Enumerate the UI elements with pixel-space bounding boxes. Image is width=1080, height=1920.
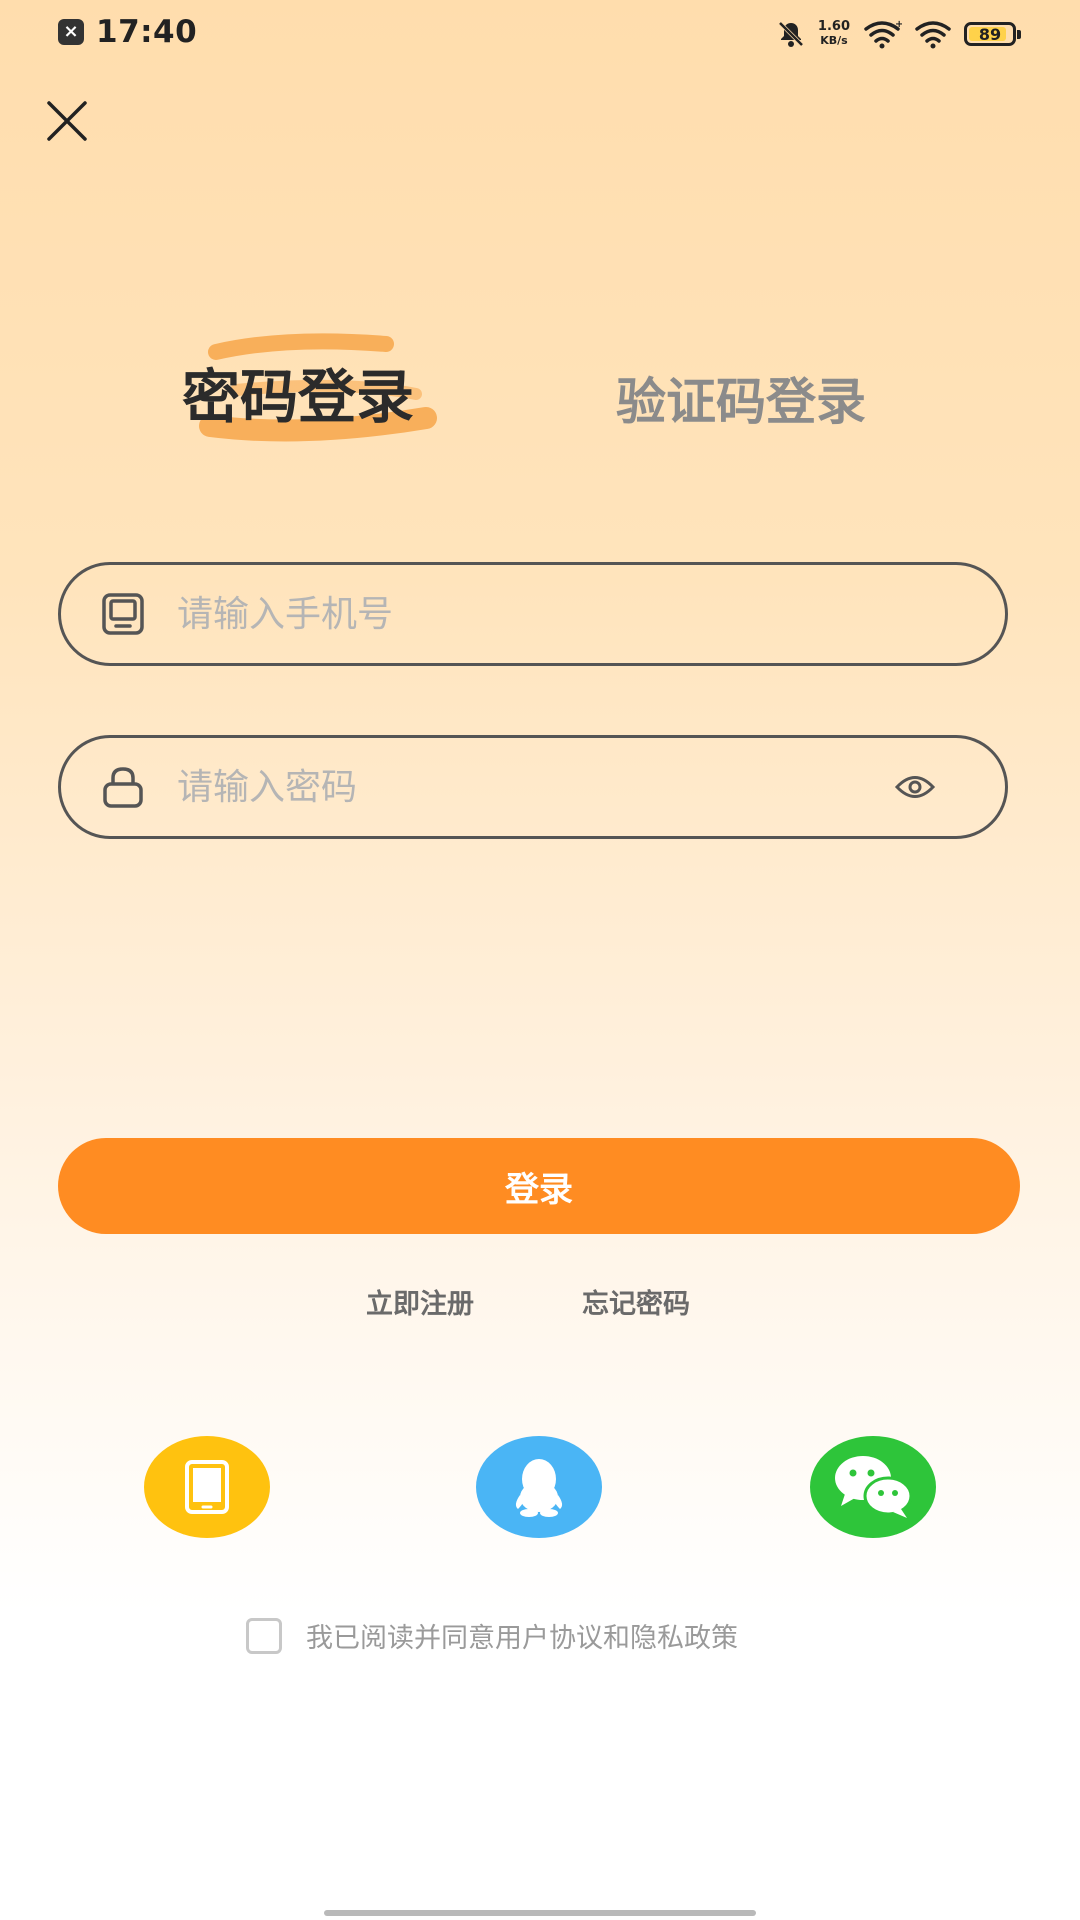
agreement-row: 我已阅读并同意用户协议和隐私政策 <box>246 1616 738 1655</box>
network-speed-value: 1.60 <box>817 19 850 34</box>
tablet-icon <box>185 1460 229 1514</box>
svg-text:+: + <box>895 19 902 30</box>
wifi-6-icon: + <box>864 19 902 49</box>
tab-password-login[interactable]: 密码登录 <box>182 350 414 434</box>
qq-login-button[interactable] <box>476 1436 602 1538</box>
status-time: 17:40 <box>96 14 198 50</box>
status-bar: × 17:40 1.60 KB/s + 89 <box>0 0 1080 66</box>
battery-level: 89 <box>978 24 1002 44</box>
phone-field <box>58 562 1008 666</box>
qq-icon <box>515 1459 563 1517</box>
phone-icon <box>97 588 149 640</box>
status-bar-left: × 17:40 <box>58 14 197 50</box>
tablet-login-button[interactable] <box>144 1436 270 1538</box>
home-indicator[interactable] <box>324 1910 756 1916</box>
mute-bell-icon <box>778 21 804 47</box>
tab-code-login[interactable]: 验证码登录 <box>616 362 866 434</box>
notification-icon: × <box>58 19 84 45</box>
wifi-icon <box>915 21 951 49</box>
network-speed-unit: KB/s <box>820 34 848 47</box>
password-field <box>58 735 1008 839</box>
phone-input[interactable] <box>175 592 1005 636</box>
wechat-login-button[interactable] <box>810 1436 936 1538</box>
agreement-checkbox[interactable] <box>246 1617 282 1654</box>
close-icon <box>47 101 87 141</box>
wechat-icon <box>835 1456 913 1518</box>
tab-password-login-label: 密码登录 <box>182 363 415 431</box>
agreement-text: 我已阅读并同意用户协议和隐私政策 <box>306 1623 738 1654</box>
tab-code-login-label: 验证码登录 <box>616 373 866 431</box>
battery-indicator: 89 <box>964 22 1021 46</box>
status-bar-right: 1.60 KB/s + 89 <box>764 14 1021 54</box>
forgot-password-link[interactable]: 忘记密码 <box>582 1282 690 1321</box>
register-link[interactable]: 立即注册 <box>366 1282 474 1321</box>
password-input[interactable] <box>175 765 893 809</box>
network-speed: 1.60 KB/s <box>818 20 850 48</box>
auth-links: 立即注册 忘记密码 <box>0 1282 1080 1326</box>
close-button[interactable] <box>42 96 92 146</box>
eye-icon[interactable] <box>893 765 937 809</box>
lock-icon <box>97 761 149 813</box>
login-button[interactable]: 登录 <box>58 1138 1020 1234</box>
